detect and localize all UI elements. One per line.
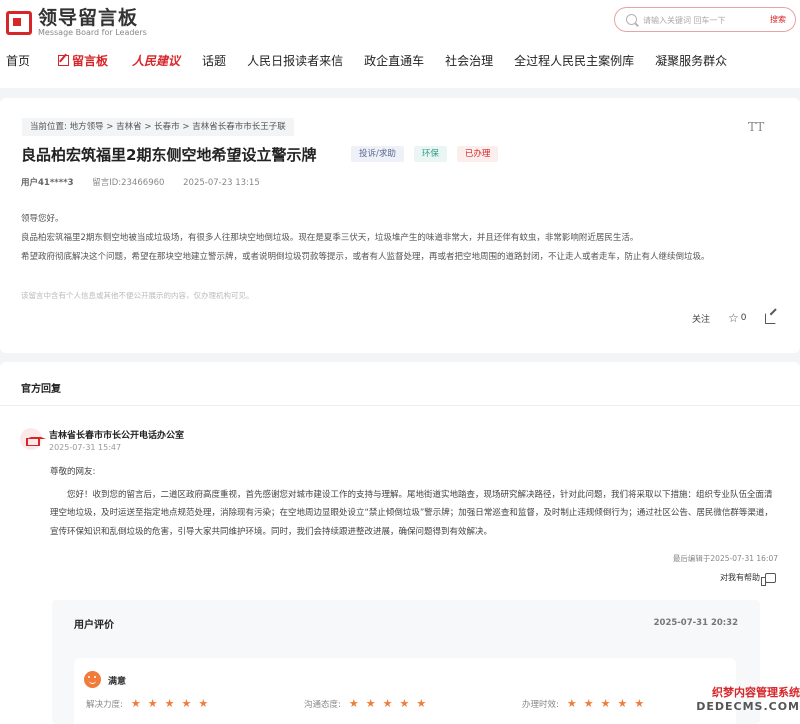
font-size-icon[interactable]: TT <box>748 120 764 134</box>
breadcrumb-separator: > <box>106 122 117 132</box>
logo-subtitle: Message Board for Leaders <box>38 28 147 37</box>
breadcrumb-separator: > <box>182 122 193 132</box>
follow-button[interactable]: 关注 <box>692 312 710 325</box>
privacy-notice: 该留言中含有个人信息或其他不便公开展示的内容，仅办理机构可见。 <box>21 291 254 300</box>
rating-item: 解决力度: ★★★★★ <box>86 697 304 710</box>
reply-greeting: 尊敬的网友: <box>50 467 96 477</box>
site-logo[interactable]: 领导留言板 Message Board for Leaders <box>6 8 147 38</box>
message-greeting: 领导您好。 <box>21 214 64 224</box>
rating-label: 办理时效: <box>522 699 559 710</box>
message-card: 当前位置: 地方领导 > 吉林省 > 长春市 > 吉林省长春市市长王子联 TT … <box>0 98 800 353</box>
rating-stars-icon: ★★★★★ <box>130 697 216 710</box>
type-tag: 投诉/求助 <box>351 146 404 162</box>
watermark-line: DEDECMS.COM <box>696 700 800 713</box>
search-icon <box>626 14 637 25</box>
message-paragraph: 良品柏宏筑福里2期东侧空地被当成垃圾场，有很多人往那块空地倒垃圾。现在是夏季三伏… <box>21 233 639 243</box>
nav-item-topics[interactable]: 话题 <box>202 52 226 69</box>
message-paragraph: 希望政府彻底解决这个问题，希望在那块空地建立警示牌，或者说明倒垃圾罚款等提示，或… <box>21 252 710 262</box>
evaluation-time: 2025-07-31 20:32 <box>653 618 738 628</box>
helpful-label: 对我有帮助 <box>720 573 760 582</box>
breadcrumb-item[interactable]: 长春市 <box>154 122 180 132</box>
message-tags: 投诉/求助 环保 已办理 <box>351 146 499 162</box>
top-header: 领导留言板 Message Board for Leaders 搜索 首页 留言… <box>0 0 800 88</box>
logo-title: 领导留言板 <box>38 7 139 29</box>
helpful-button[interactable]: 对我有帮助 <box>720 572 776 586</box>
reply-body: 您好！收到您的留言后，二道区政府高度重视，首先感谢您对城市建设工作的支持与理解。… <box>50 489 773 537</box>
ratings: 解决力度: ★★★★★ 沟通态度: ★★★★★ 办理时效: ★★★★★ <box>86 697 740 710</box>
last-edited: 最后编辑于2025-07-31 16:07 <box>672 554 778 563</box>
evaluation-title: 用户评价 <box>74 620 114 631</box>
search-button[interactable]: 搜索 <box>770 14 786 25</box>
rating-label: 解决力度: <box>86 699 123 710</box>
reply-card: 官方回复 吉林省长春市市长公开电话办公室 2025-07-31 15:47 尊敬… <box>0 362 800 724</box>
pen-icon <box>58 54 70 66</box>
reply-time: 2025-07-31 15:47 <box>49 443 122 452</box>
breadcrumb-label: 当前位置: <box>30 122 67 132</box>
star-count: 0 <box>740 313 747 323</box>
evaluation-result: 满意 <box>108 677 127 687</box>
watermark-line: 织梦内容管理系统 <box>712 686 800 699</box>
section-title: 官方回复 <box>21 384 61 395</box>
share-icon[interactable] <box>764 312 776 324</box>
breadcrumb-item[interactable]: 吉林省长春市市长王子联 <box>192 122 286 132</box>
message-id: 留言ID:23466960 <box>92 178 165 188</box>
nav-item-people-suggestions[interactable]: 人民建议 <box>132 52 180 69</box>
rating-item: 沟通态度: ★★★★★ <box>304 697 522 710</box>
nav-item-serve-people[interactable]: 凝聚服务群众 <box>655 52 727 69</box>
message-user: 用户41****3 <box>21 178 74 188</box>
message-content: 领导您好。 良品柏宏筑福里2期东侧空地被当成垃圾场，有很多人往那块空地倒垃圾。现… <box>21 210 781 267</box>
logo-mark-icon <box>6 11 32 35</box>
breadcrumb: 当前位置: 地方领导 > 吉林省 > 长春市 > 吉林省长春市市长王子联 <box>22 118 294 136</box>
rating-stars-icon: ★★★★★ <box>566 697 652 710</box>
nav-item-democracy-cases[interactable]: 全过程人民民主案例库 <box>514 52 634 69</box>
message-title: 良品柏宏筑福里2期东侧空地希望设立警示牌 <box>21 146 317 164</box>
nav-item-home[interactable]: 首页 <box>6 52 30 69</box>
evaluation-detail: 满意 解决力度: ★★★★★ 沟通态度: ★★★★★ 办理时效: ★★★★★ <box>74 658 736 724</box>
nav-item-readers-letters[interactable]: 人民日报读者来信 <box>247 52 343 69</box>
watermark: 织梦内容管理系统 DEDECMS.COM <box>662 684 800 724</box>
breadcrumb-separator: > <box>144 122 155 132</box>
star-icon[interactable]: ☆ <box>728 311 739 325</box>
rating-stars-icon: ★★★★★ <box>348 697 434 710</box>
nav-item-message-board[interactable]: 留言板 <box>58 52 108 69</box>
message-actions: 关注 ☆ 0 <box>692 311 776 325</box>
status-badge: 已办理 <box>456 146 499 162</box>
nav-item-social-governance[interactable]: 社会治理 <box>445 52 493 69</box>
main-nav: 首页 留言板 人民建议 话题 人民日报读者来信 政企直通车 社会治理 全过程人民… <box>0 50 727 70</box>
thumbs-up-icon <box>761 572 776 586</box>
nav-item-gov-enterprise[interactable]: 政企直通车 <box>364 52 424 69</box>
government-building-icon <box>20 428 46 450</box>
rating-label: 沟通态度: <box>304 699 341 710</box>
breadcrumb-item[interactable]: 地方领导 <box>70 122 104 132</box>
message-meta: 用户41****3 留言ID:23466960 2025-07-23 13:15 <box>21 176 276 188</box>
message-time: 2025-07-23 13:15 <box>183 178 260 188</box>
breadcrumb-item[interactable]: 吉林省 <box>116 122 142 132</box>
user-evaluation: 用户评价 2025-07-31 20:32 满意 解决力度: ★★★★★ 沟通态… <box>52 600 760 724</box>
divider <box>0 405 800 406</box>
search-box: 搜索 <box>614 7 796 32</box>
reply-org-name: 吉林省长春市市长公开电话办公室 <box>49 431 185 441</box>
category-tag: 环保 <box>413 146 447 162</box>
nav-item-label: 留言板 <box>72 53 109 68</box>
reply-content: 尊敬的网友: 您好！收到您的留言后，二道区政府高度重视，首先感谢您对城市建设工作… <box>50 463 778 541</box>
smile-icon <box>84 671 101 688</box>
search-input[interactable] <box>643 12 753 28</box>
